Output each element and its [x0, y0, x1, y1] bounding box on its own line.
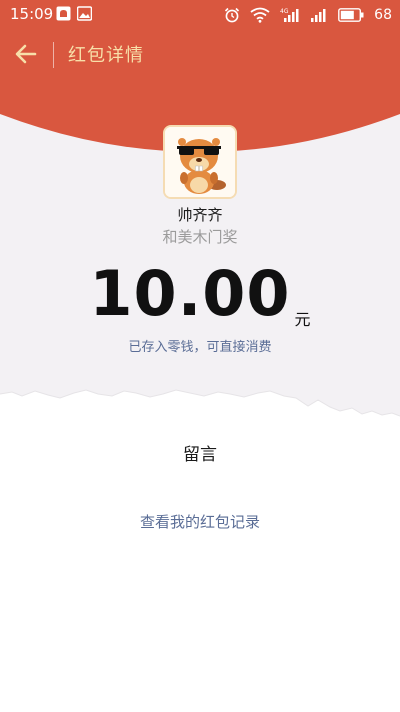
- battery-icon: [338, 8, 364, 22]
- gallery-icon: [77, 6, 92, 21]
- svg-text:4G: 4G: [280, 8, 289, 15]
- amount-row: 10.00 元: [0, 254, 400, 334]
- nav-bar: 红包详情: [0, 30, 400, 78]
- message-label: 留言: [183, 445, 217, 465]
- beaver-avatar-image: [165, 127, 235, 197]
- status-bar: 15:09 4G 68: [0, 0, 400, 30]
- red-packet-detail-screen: 15:09 4G 68 红包详情 帅齐齐 和美木门奖 10.00 元 已存入零钱…: [0, 0, 400, 712]
- nav-divider: [53, 42, 54, 68]
- alarm-icon: [225, 7, 240, 23]
- sender-name: 帅齐齐: [177, 206, 223, 224]
- status-time: 15:09: [10, 5, 54, 23]
- page-title: 红包详情: [68, 45, 144, 66]
- battery-level: 68: [374, 7, 392, 23]
- back-arrow-icon: [15, 44, 37, 64]
- blessing-text: 和美木门奖: [162, 228, 238, 246]
- back-button[interactable]: [12, 40, 42, 68]
- avatar[interactable]: [165, 127, 235, 197]
- amount-unit: 元: [294, 310, 311, 329]
- torn-paper-edge: [0, 389, 400, 712]
- deposit-note[interactable]: 已存入零钱，可直接消费: [0, 336, 400, 355]
- view-history-link[interactable]: 查看我的红包记录: [0, 511, 400, 532]
- wifi-icon: [250, 7, 270, 23]
- notification-icon: [56, 6, 71, 21]
- amount-value: 10.00: [89, 257, 291, 330]
- signal-icon: [311, 9, 326, 22]
- signal-4g-icon: 4G: [280, 8, 299, 22]
